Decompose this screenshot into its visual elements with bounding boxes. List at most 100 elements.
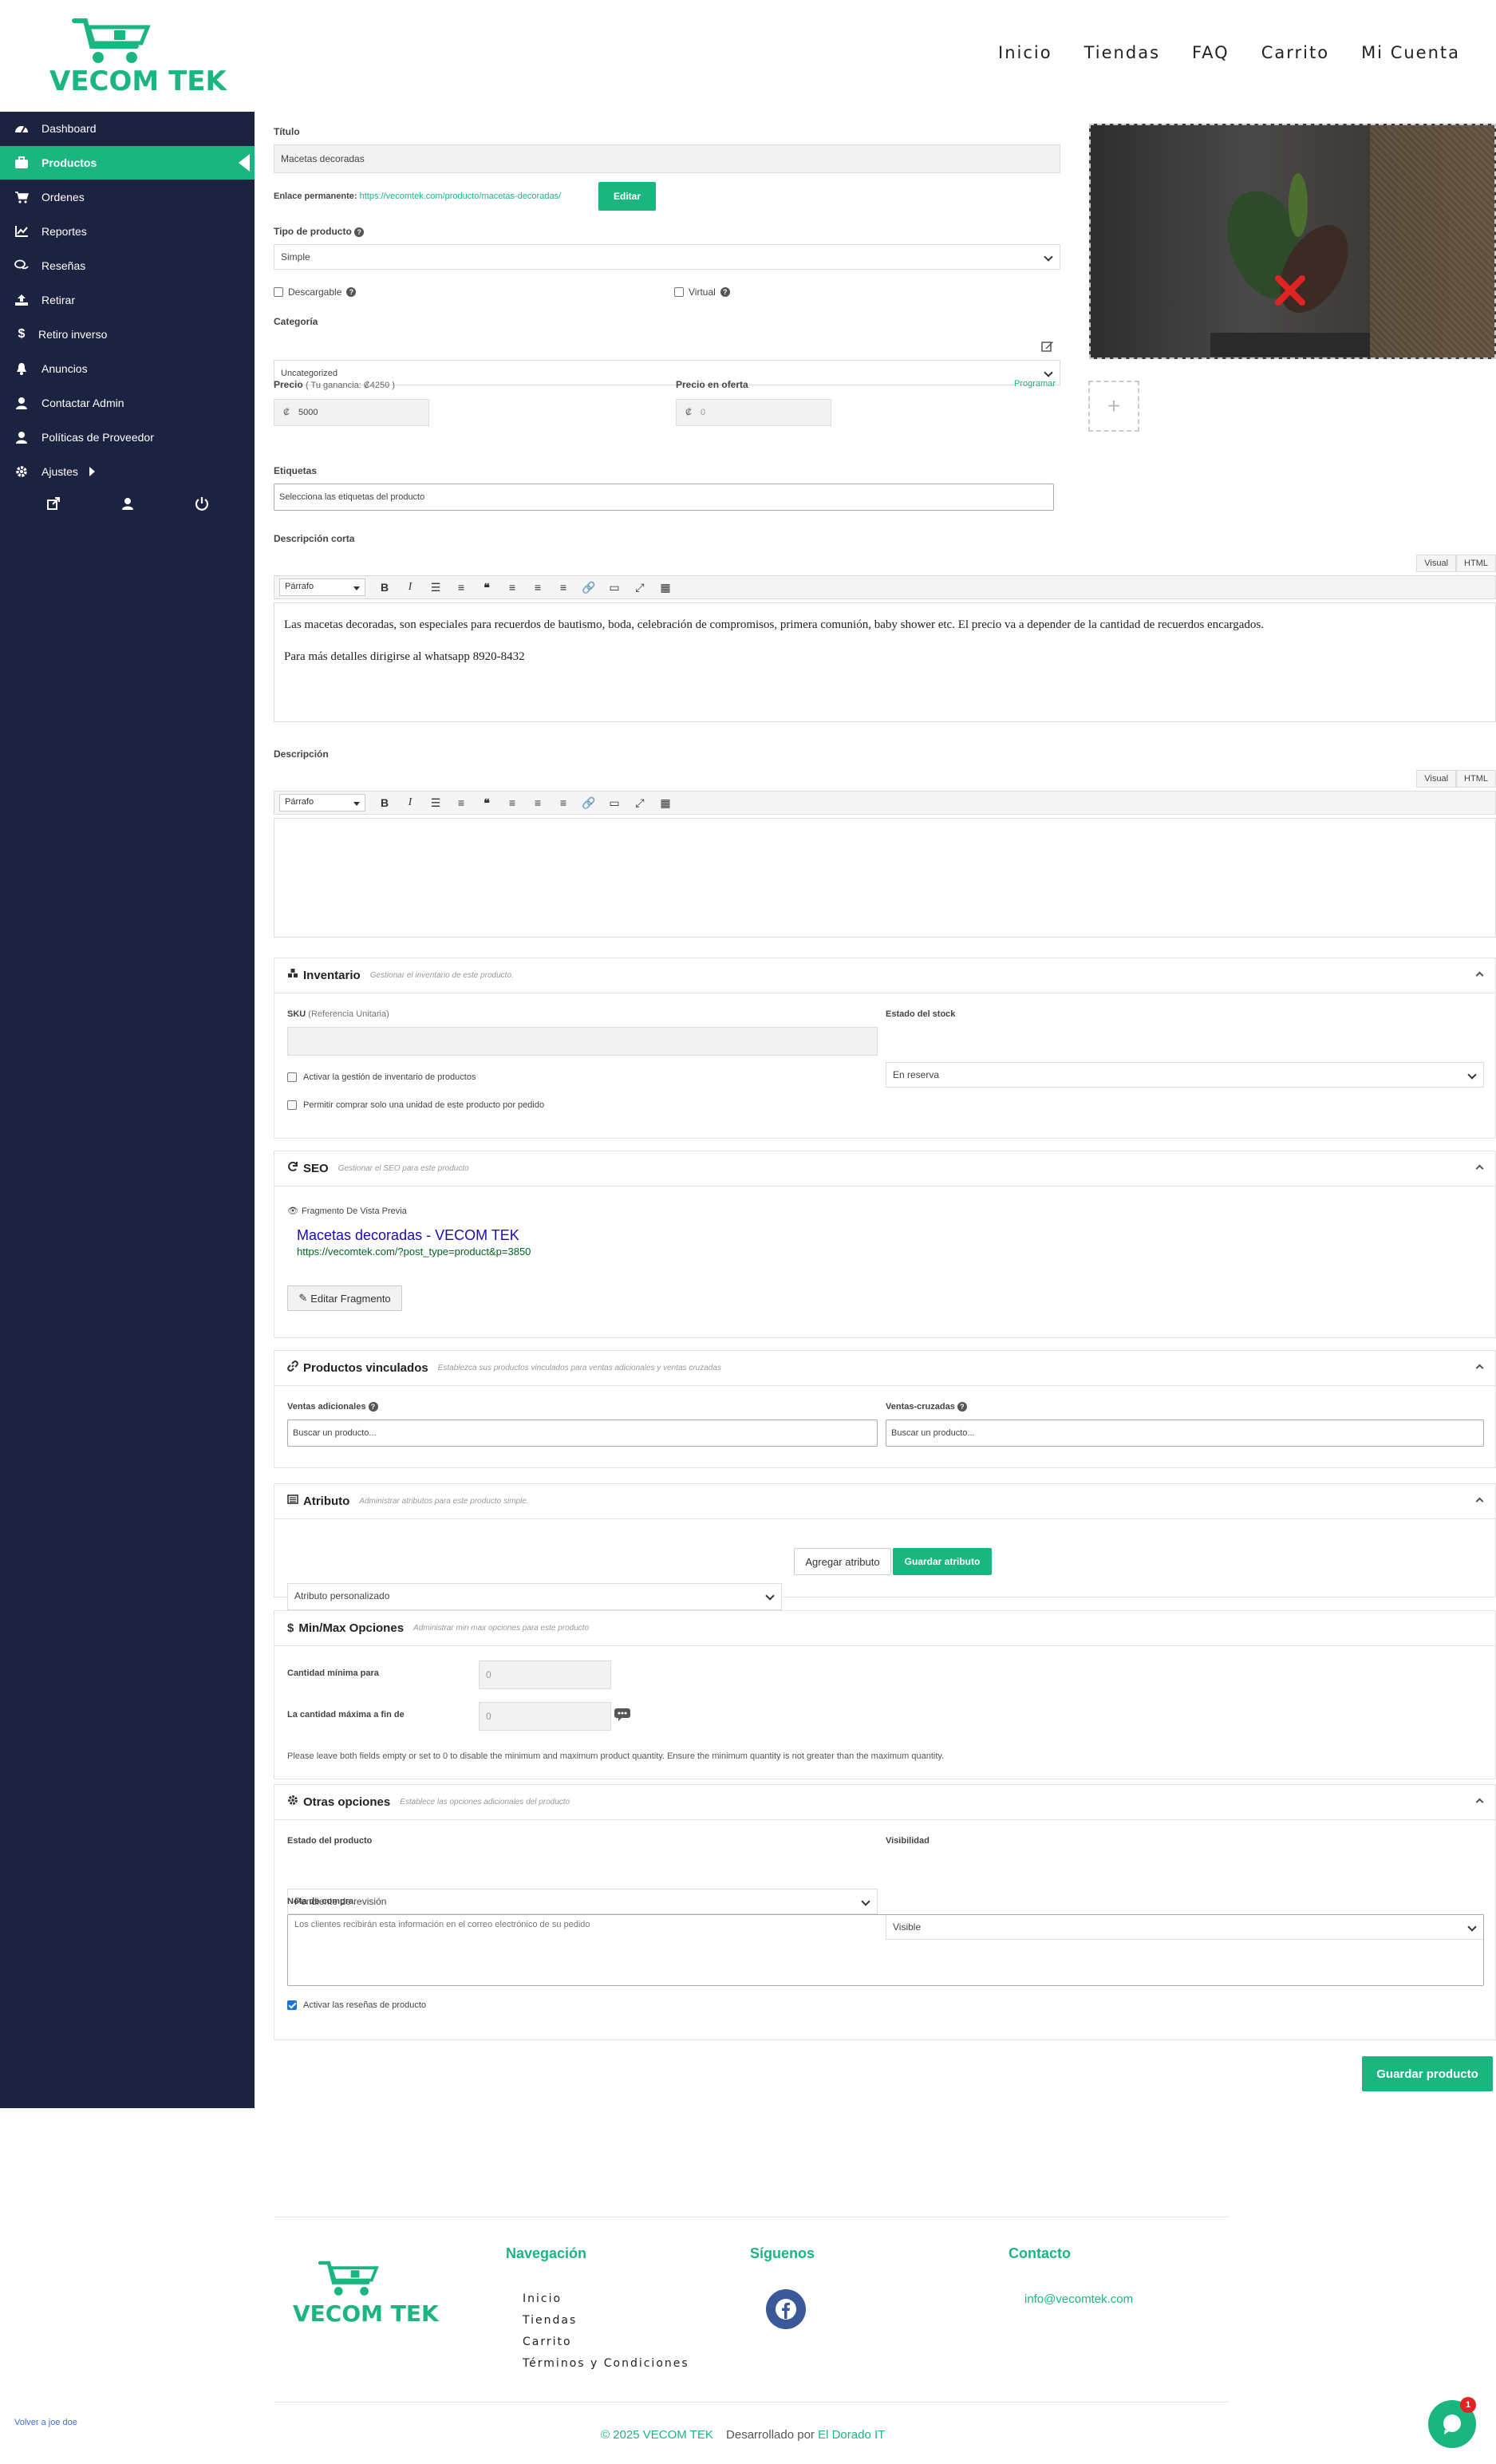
save-attribute-button[interactable]: Guardar atributo bbox=[893, 1548, 992, 1575]
power-icon[interactable] bbox=[193, 495, 211, 512]
facebook-icon[interactable] bbox=[766, 2289, 806, 2329]
product-type-select[interactable]: Simple bbox=[274, 244, 1060, 270]
help-icon[interactable]: ? bbox=[720, 287, 730, 297]
footer-logo[interactable]: VECOM TEK bbox=[291, 2258, 439, 2334]
read-more-icon[interactable]: ▭ bbox=[602, 794, 627, 811]
add-gallery-image-button[interactable]: + bbox=[1088, 381, 1139, 432]
chat-widget-button[interactable]: 1 bbox=[1428, 2397, 1476, 2448]
sold-individually-option[interactable]: Permitir comprar solo una unidad de este… bbox=[287, 1100, 544, 1110]
attribute-panel-header[interactable]: Atributo Administrar atributos para este… bbox=[274, 1484, 1495, 1519]
collapse-icon[interactable] bbox=[1475, 1497, 1484, 1506]
add-attribute-button[interactable]: Agregar atributo bbox=[794, 1548, 891, 1575]
bold-icon[interactable]: B bbox=[372, 794, 397, 811]
quote-icon[interactable]: ❝ bbox=[474, 578, 499, 596]
tab-html[interactable]: HTML bbox=[1456, 555, 1496, 572]
virtual-checkbox[interactable] bbox=[674, 287, 684, 297]
quote-icon[interactable]: ❝ bbox=[474, 794, 499, 811]
virtual-option[interactable]: Virtual ? bbox=[674, 286, 730, 298]
remove-image-icon[interactable] bbox=[1273, 274, 1307, 307]
format-select[interactable]: Párrafo bbox=[279, 578, 365, 596]
align-right-icon[interactable]: ≡ bbox=[551, 794, 576, 811]
title-input[interactable]: Macetas decoradas bbox=[274, 144, 1060, 173]
sidebar-item-contactar-admin[interactable]: Contactar Admin bbox=[0, 386, 255, 420]
comment-icon[interactable] bbox=[614, 1708, 631, 1722]
footer-link-terminos[interactable]: Términos y Condiciones bbox=[523, 2357, 689, 2370]
toolbar-toggle-icon[interactable]: ▦ bbox=[653, 578, 678, 596]
collapse-icon[interactable] bbox=[1475, 971, 1484, 980]
link-icon[interactable]: 🔗 bbox=[576, 578, 602, 596]
footer-link-inicio[interactable]: Inicio bbox=[523, 2292, 562, 2305]
sidebar-item-retirar[interactable]: Retirar bbox=[0, 283, 255, 317]
edit-icon[interactable] bbox=[1041, 340, 1054, 353]
manage-stock-option[interactable]: Activar la gestión de inventario de prod… bbox=[287, 1072, 476, 1082]
header-logo[interactable]: VECOM TEK bbox=[44, 14, 227, 102]
edit-snippet-button[interactable]: ✎ Editar Fragmento bbox=[287, 1285, 402, 1311]
sku-input[interactable] bbox=[287, 1027, 878, 1056]
permalink-url[interactable]: https://vecomtek.com/producto/macetas-de… bbox=[360, 192, 562, 201]
nav-faq[interactable]: FAQ bbox=[1192, 43, 1230, 62]
sidebar-item-anuncios[interactable]: Anuncios bbox=[0, 352, 255, 385]
linked-products-header[interactable]: Productos vinculados Establezca sus prod… bbox=[274, 1351, 1495, 1386]
external-link-icon[interactable] bbox=[45, 495, 62, 512]
max-qty-input[interactable]: 0 bbox=[479, 1702, 611, 1731]
product-status-select[interactable]: Pendiente de revisión bbox=[287, 1889, 878, 1914]
tab-html[interactable]: HTML bbox=[1456, 770, 1496, 788]
help-icon[interactable]: ? bbox=[368, 1402, 378, 1412]
sidebar-item-reportes[interactable]: Reportes bbox=[0, 215, 255, 248]
format-select[interactable]: Párrafo bbox=[279, 794, 365, 811]
numbered-list-icon[interactable]: ≡ bbox=[448, 794, 474, 811]
read-more-icon[interactable]: ▭ bbox=[602, 578, 627, 596]
bold-icon[interactable]: B bbox=[372, 578, 397, 596]
enable-reviews-checkbox[interactable] bbox=[287, 2000, 297, 2010]
collapse-icon[interactable] bbox=[1475, 1364, 1484, 1372]
align-right-icon[interactable]: ≡ bbox=[551, 578, 576, 596]
price-input[interactable]: ₡ 5000 bbox=[274, 399, 429, 426]
help-icon[interactable]: ? bbox=[346, 287, 357, 297]
sidebar-item-ajustes[interactable]: Ajustes bbox=[0, 455, 255, 488]
tags-input[interactable]: Selecciona las etiquetas del producto bbox=[274, 484, 1054, 511]
enable-reviews-option[interactable]: Activar las reseñas de producto bbox=[287, 2000, 426, 2010]
tab-visual[interactable]: Visual bbox=[1416, 770, 1457, 788]
help-icon[interactable]: ? bbox=[354, 227, 365, 237]
sidebar-item-retiro-inverso[interactable]: $ Retiro inverso bbox=[0, 318, 255, 351]
nav-mi-cuenta[interactable]: Mi Cuenta bbox=[1361, 43, 1460, 62]
bullet-list-icon[interactable]: ☰ bbox=[423, 578, 448, 596]
manage-stock-checkbox[interactable] bbox=[287, 1072, 297, 1082]
bullet-list-icon[interactable]: ☰ bbox=[423, 794, 448, 811]
seo-panel-header[interactable]: SEO Gestionar el SEO para este producto bbox=[274, 1151, 1495, 1187]
stock-status-select[interactable]: En reserva bbox=[886, 1062, 1484, 1088]
footer-link-carrito[interactable]: Carrito bbox=[523, 2336, 572, 2348]
upsells-input[interactable]: Buscar un producto... bbox=[287, 1420, 878, 1447]
nav-carrito[interactable]: Carrito bbox=[1261, 43, 1329, 62]
collapse-icon[interactable] bbox=[1475, 1798, 1484, 1807]
italic-icon[interactable]: I bbox=[397, 794, 423, 811]
fullscreen-icon[interactable]: ⤢ bbox=[627, 794, 653, 811]
crosssells-input[interactable]: Buscar un producto... bbox=[886, 1420, 1484, 1447]
link-icon[interactable]: 🔗 bbox=[576, 794, 602, 811]
sidebar-item-productos[interactable]: Productos bbox=[0, 146, 255, 180]
nav-tiendas[interactable]: Tiendas bbox=[1084, 43, 1160, 62]
sold-individually-checkbox[interactable] bbox=[287, 1100, 297, 1110]
numbered-list-icon[interactable]: ≡ bbox=[448, 578, 474, 596]
short-description-content[interactable]: Las macetas decoradas, son especiales pa… bbox=[274, 602, 1496, 722]
tab-visual[interactable]: Visual bbox=[1416, 555, 1457, 572]
description-content[interactable] bbox=[274, 818, 1496, 938]
align-left-icon[interactable]: ≡ bbox=[499, 578, 525, 596]
save-product-button[interactable]: Guardar producto bbox=[1362, 2056, 1493, 2091]
other-options-header[interactable]: Otras opciones Establece las opciones ad… bbox=[274, 1785, 1495, 1820]
edit-permalink-button[interactable]: Editar bbox=[598, 182, 656, 211]
min-qty-input[interactable]: 0 bbox=[479, 1660, 611, 1689]
attribute-select[interactable]: Atributo personalizado bbox=[287, 1583, 782, 1610]
programar-link[interactable]: Programar bbox=[1014, 379, 1056, 389]
help-icon[interactable]: ? bbox=[957, 1402, 967, 1412]
sidebar-item-politicas[interactable]: Políticas de Proveedor bbox=[0, 421, 255, 454]
align-center-icon[interactable]: ≡ bbox=[525, 578, 551, 596]
switch-back-link[interactable]: Volver a joe doe bbox=[14, 2418, 77, 2427]
descargable-option[interactable]: Descargable ? bbox=[274, 286, 357, 298]
footer-email[interactable]: info@vecomtek.com bbox=[1024, 2292, 1133, 2306]
descargable-checkbox[interactable] bbox=[274, 287, 283, 297]
collapse-icon[interactable] bbox=[1475, 1164, 1484, 1173]
featured-image[interactable] bbox=[1089, 124, 1496, 359]
purchase-note-textarea[interactable]: Los clientes recibirán esta información … bbox=[287, 1914, 1484, 1986]
toolbar-toggle-icon[interactable]: ▦ bbox=[653, 794, 678, 811]
